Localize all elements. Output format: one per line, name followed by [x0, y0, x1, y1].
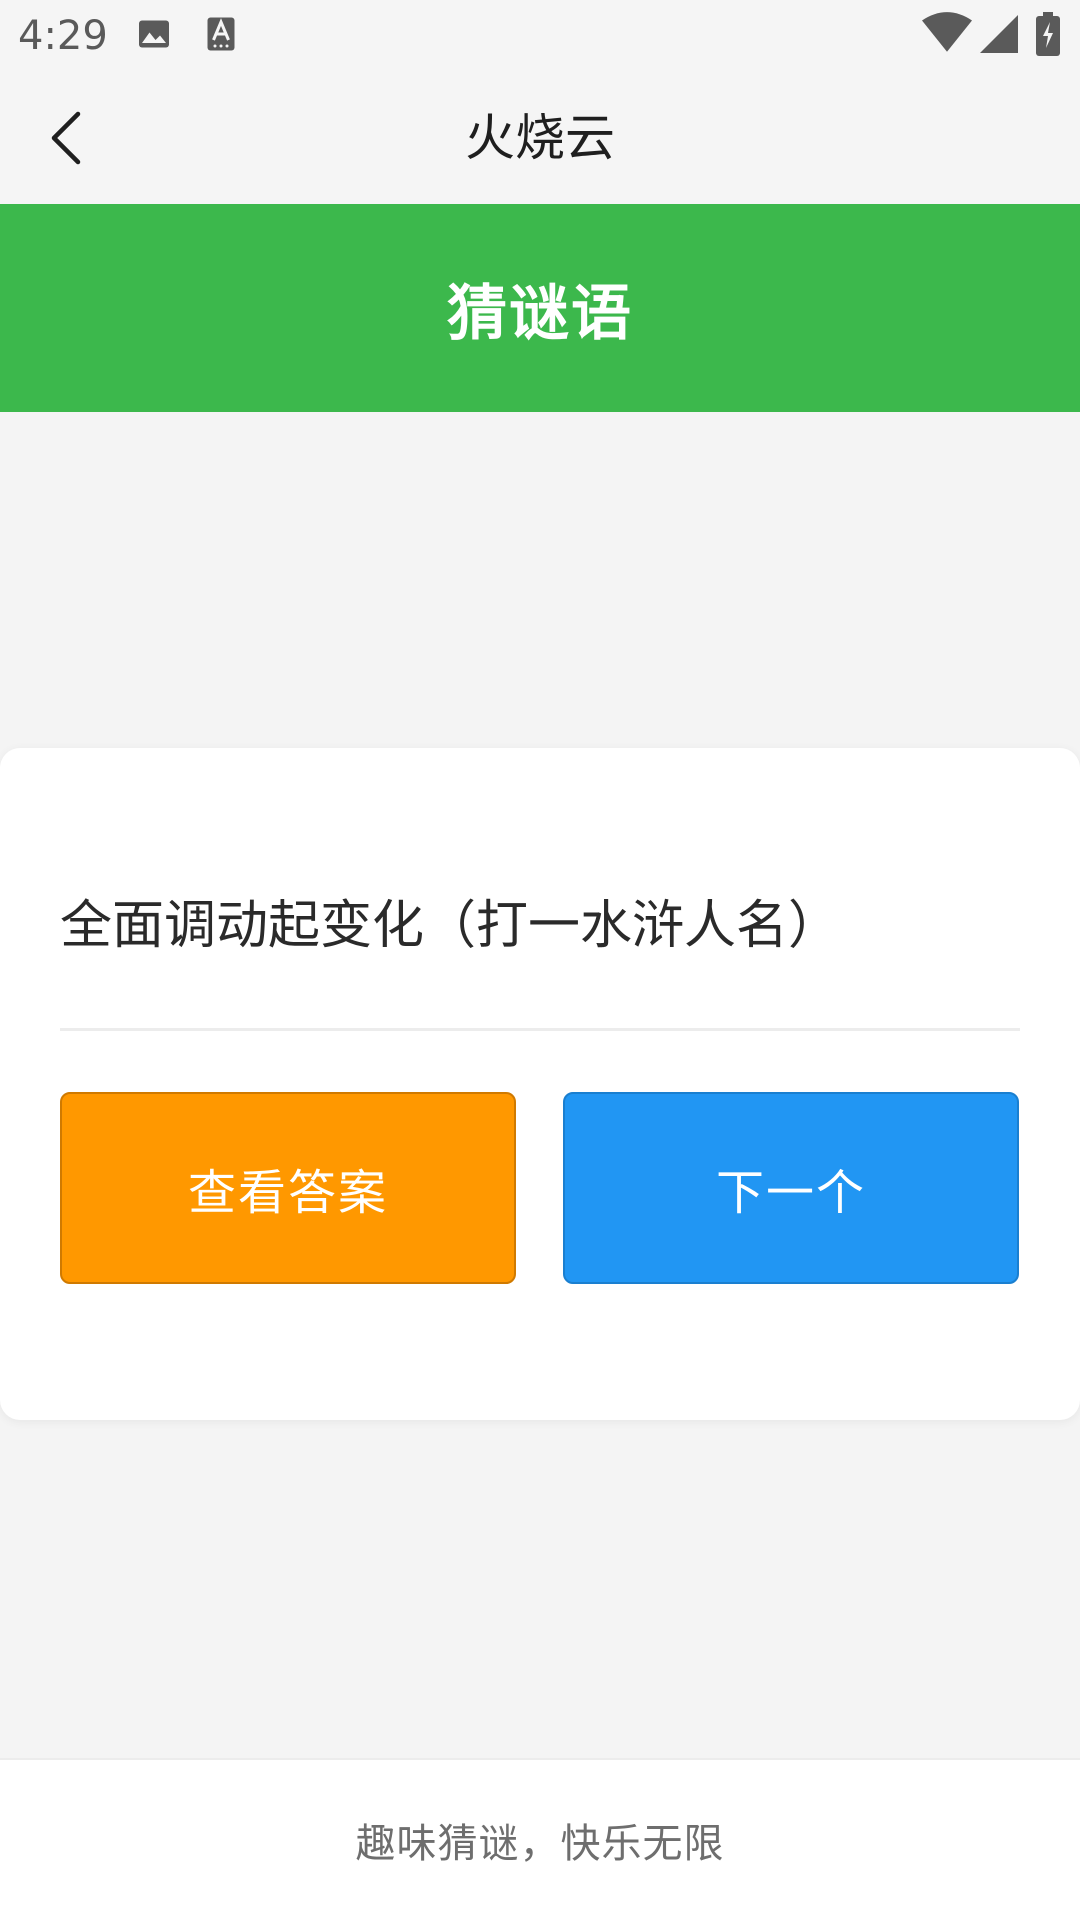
- status-bar: 4:29: [0, 0, 1080, 72]
- image-icon: [136, 16, 172, 56]
- battery-charging-icon: [1036, 12, 1060, 60]
- app-title: 火烧云: [465, 109, 615, 167]
- status-time: 4:29: [18, 13, 108, 59]
- signal-icon: [980, 14, 1018, 58]
- divider: [60, 1028, 1020, 1031]
- back-button[interactable]: [30, 102, 102, 174]
- page-title: 猜谜语: [447, 278, 633, 349]
- page-header: 猜谜语: [0, 204, 1080, 412]
- footer-slogan: 趣味猜谜，快乐无限: [355, 1821, 725, 1867]
- show-answer-button[interactable]: 查看答案: [60, 1092, 516, 1284]
- riddle-question: 全面调动起变化（打一水浒人名）: [60, 896, 841, 956]
- next-button[interactable]: 下一个: [563, 1092, 1019, 1284]
- chevron-left-icon: [51, 111, 81, 165]
- riddle-card: 全面调动起变化（打一水浒人名） 查看答案 下一个: [0, 748, 1080, 1420]
- footer: 趣味猜谜，快乐无限: [0, 1758, 1080, 1920]
- app-bar: 火烧云: [0, 72, 1080, 204]
- wifi-icon: [922, 12, 972, 58]
- text-a-icon: [206, 16, 236, 56]
